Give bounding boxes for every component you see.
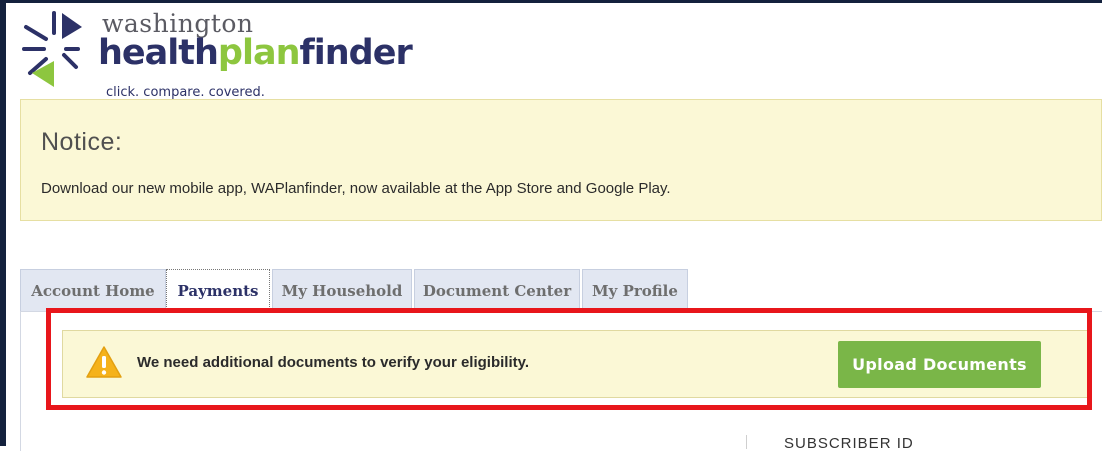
logo-text-healthplanfinder: healthplanfinder bbox=[98, 33, 413, 73]
subscriber-id-label: SUBSCRIBER ID bbox=[784, 435, 914, 452]
logo-tagline: click. compare. covered. bbox=[106, 85, 265, 100]
tab-document-center[interactable]: Document Center bbox=[414, 269, 580, 311]
tab-payments[interactable]: Payments bbox=[166, 269, 270, 313]
site-logo[interactable]: washington healthplanfinder click. compa… bbox=[20, 5, 420, 101]
column-divider bbox=[746, 435, 747, 449]
page: washington healthplanfinder click. compa… bbox=[6, 3, 1102, 452]
notice-title: Notice: bbox=[41, 128, 123, 156]
tab-my-profile[interactable]: My Profile bbox=[582, 269, 688, 311]
tab-my-household[interactable]: My Household bbox=[272, 269, 412, 311]
logo-mark-icon bbox=[22, 11, 82, 87]
alert-message: We need additional documents to verify y… bbox=[137, 354, 530, 371]
notice-text: Download our new mobile app, WAPlanfinde… bbox=[41, 180, 671, 197]
upload-documents-button[interactable]: Upload Documents bbox=[838, 341, 1041, 388]
warning-triangle-icon bbox=[86, 346, 122, 378]
eligibility-alert: We need additional documents to verify y… bbox=[62, 330, 1088, 398]
notice-banner: Notice: Download our new mobile app, WAP… bbox=[20, 99, 1102, 221]
tab-account-home[interactable]: Account Home bbox=[20, 269, 166, 311]
